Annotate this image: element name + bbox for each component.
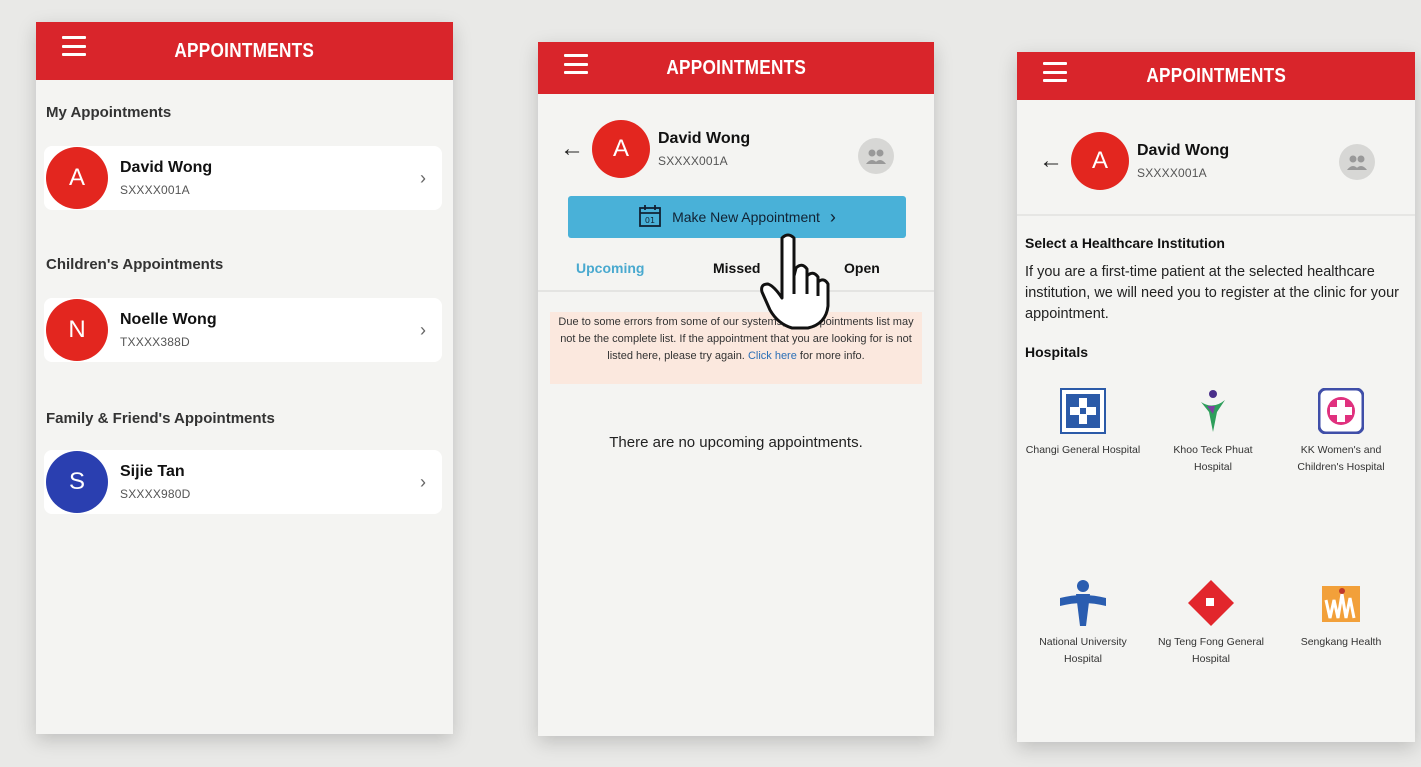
app-bar: APPOINTMENTS — [1017, 52, 1415, 100]
avatar-initial: A — [68, 164, 85, 191]
children-appointments-heading: Children's Appointments — [46, 256, 224, 273]
hospital-changi-general[interactable]: Changi General Hospital — [1023, 386, 1143, 459]
my-appointments-heading: My Appointments — [46, 104, 172, 121]
hospital-khoo-teck-phuat[interactable]: Khoo Teck Phuat Hospital — [1153, 386, 1273, 476]
avatar-initial: N — [68, 316, 86, 343]
family-appointments-heading: Family & Friend's Appointments — [46, 410, 275, 427]
avatar-initial: S — [68, 468, 85, 495]
chevron-right-icon: › — [829, 206, 836, 227]
person-name: Noelle Wong — [120, 311, 217, 328]
hospitals-heading: Hospitals — [1025, 344, 1089, 360]
tab-open[interactable]: Open — [844, 260, 880, 276]
hospital-national-university[interactable]: National University Hospital — [1023, 578, 1143, 668]
ng-teng-fong-hospital-logo — [1186, 578, 1236, 628]
family-appointment-row[interactable]: S Sijie Tan SXXXX980D › — [44, 450, 442, 514]
person-name: Sijie Tan — [120, 463, 185, 480]
appointments-list-screen: APPOINTMENTS My Appointments A David Won… — [36, 22, 453, 734]
hospital-name: KK Women's and Children's Hospital — [1297, 444, 1385, 473]
kk-womens-childrens-hospital-logo — [1316, 386, 1366, 436]
person-id: SXXXX001A — [658, 154, 728, 168]
back-arrow-icon[interactable]: ← — [1039, 147, 1063, 175]
appointment-detail-screen: APPOINTMENTS ← A David Wong SXXXX001A 01… — [538, 42, 934, 736]
hospital-name: Sengkang Health — [1300, 636, 1382, 648]
avatar-initial: A — [612, 135, 629, 162]
app-bar-title: APPOINTMENTS — [666, 56, 806, 79]
institution-heading: Select a Healthcare Institution — [1025, 235, 1225, 251]
hospital-name: National University Hospital — [1039, 636, 1127, 665]
hospital-name: Changi General Hospital — [1025, 444, 1141, 456]
institution-description: If you are a first-time patient at the s… — [1025, 264, 1399, 322]
notice-link[interactable]: Click here — [748, 350, 797, 362]
person-id: SXXXX980D — [120, 487, 191, 501]
avatar: S — [46, 451, 108, 513]
empty-state-message: There are no upcoming appointments. — [609, 434, 863, 451]
app-bar-title: APPOINTMENTS — [174, 39, 315, 62]
hospital-sengkang-health[interactable]: Sengkang Health — [1281, 578, 1401, 651]
divider — [1017, 214, 1415, 216]
app-bar-title: APPOINTMENTS — [1146, 64, 1286, 87]
avatar: A — [46, 147, 108, 209]
tab-upcoming[interactable]: Upcoming — [576, 260, 644, 276]
menu-icon[interactable] — [1043, 62, 1067, 82]
switch-user-icon[interactable] — [1339, 144, 1375, 180]
person-id: SXXXX001A — [1137, 166, 1207, 180]
svg-text:01: 01 — [645, 216, 655, 225]
chevron-right-icon: › — [420, 319, 426, 340]
user-header: ← A David Wong SXXXX001A — [1039, 132, 1229, 190]
child-appointment-row[interactable]: N Noelle Wong TXXXX388D › — [44, 298, 442, 362]
switch-user-icon[interactable] — [858, 138, 894, 174]
person-name: David Wong — [1137, 142, 1230, 159]
app-bar: APPOINTMENTS — [36, 22, 453, 80]
app-bar: APPOINTMENTS — [538, 42, 934, 94]
avatar: A — [1071, 132, 1129, 190]
menu-icon[interactable] — [564, 54, 588, 74]
make-new-appointment-button[interactable]: 01 Make New Appointment › — [568, 196, 906, 238]
select-institution-screen: APPOINTMENTS ← A David Wong SXXXX001A Se… — [1017, 52, 1415, 742]
sengkang-health-logo — [1316, 578, 1366, 628]
chevron-right-icon: › — [420, 167, 426, 188]
menu-icon[interactable] — [62, 36, 86, 56]
avatar: A — [592, 120, 650, 178]
error-notice: Due to some errors from some of our syst… — [550, 312, 922, 384]
hospital-ng-teng-fong[interactable]: Ng Teng Fong General Hospital — [1151, 578, 1271, 668]
appointment-tabs: Upcoming Missed Open — [538, 252, 934, 292]
hospital-name: Khoo Teck Phuat Hospital — [1173, 444, 1253, 473]
person-name: David Wong — [120, 159, 213, 176]
avatar: N — [46, 299, 108, 361]
avatar-initial: A — [1091, 147, 1108, 174]
user-header: ← A David Wong SXXXX001A — [560, 120, 750, 178]
person-name: David Wong — [658, 130, 751, 147]
make-new-appointment-label: Make New Appointment — [672, 209, 820, 225]
hospital-kk-womens-childrens[interactable]: KK Women's and Children's Hospital — [1281, 386, 1401, 476]
chevron-right-icon: › — [420, 471, 426, 492]
my-appointment-row[interactable]: A David Wong SXXXX001A › — [44, 146, 442, 210]
person-id: TXXXX388D — [120, 335, 190, 349]
notice-text-end: for more info. — [799, 350, 865, 362]
khoo-teck-phuat-hospital-logo — [1188, 386, 1238, 436]
calendar-icon: 01 — [638, 204, 662, 231]
back-arrow-icon[interactable]: ← — [560, 135, 584, 163]
tab-missed[interactable]: Missed — [713, 260, 760, 276]
hospital-name: Ng Teng Fong General Hospital — [1157, 636, 1265, 665]
changi-general-hospital-logo — [1058, 386, 1108, 436]
national-university-hospital-logo — [1058, 578, 1108, 628]
pointer-hand-icon — [760, 232, 832, 337]
person-id: SXXXX001A — [120, 183, 190, 197]
